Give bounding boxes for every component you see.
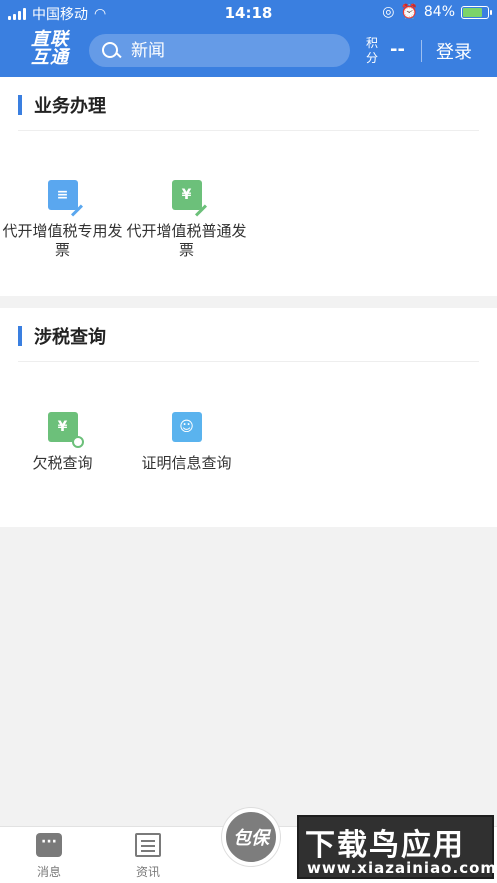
tax-arrears-query-icon: ¥ [47,412,84,448]
points-label: 积分 [366,36,379,65]
watermark-logo: 下载鸟应用 www.xiazainiao.com [297,815,496,879]
tab-messages[interactable]: 消息 [19,833,79,880]
app-header: 中国移动 ◠ 14:18 ◎ ⏰ 84% 直联 互通 积分 -- 登录 [0,0,497,77]
points-value: -- [390,39,405,60]
tile-special-invoice[interactable]: ≡ 代开增值税专用发票 [0,180,125,260]
search-bar[interactable] [89,34,350,67]
tile-certificate-query[interactable]: ☺ 证明信息查询 [124,412,249,473]
battery-icon [461,5,492,19]
tile-label: 代开增值税普通发票 [126,222,247,259]
tile-general-invoice[interactable]: ¥ 代开增值税普通发票 [124,180,249,260]
section-title: 涉税查询 [18,325,106,348]
invoice-general-icon: ¥ [171,180,207,217]
section-divider [18,361,479,362]
search-input[interactable] [131,40,331,61]
section-divider [18,130,479,131]
orientation-lock-icon: ◎ [382,4,395,20]
section-accent-bar [18,326,22,346]
section-accent-bar [18,95,22,115]
tile-tax-arrears-query[interactable]: ¥ 欠税查询 [0,412,125,473]
tab-center-baobao[interactable]: 包保 [222,808,280,866]
news-icon [135,833,161,857]
tile-label: 欠税查询 [32,454,93,472]
tile-label: 代开增值税专用发票 [2,222,123,259]
tile-label: 证明信息查询 [141,454,232,472]
battery-fill [463,7,483,17]
invoice-special-icon: ≡ [47,180,83,217]
search-icon [101,41,121,61]
section-title: 业务办理 [18,94,106,117]
business-section: 业务办理 ≡ 代开增值税专用发票 ¥ 代开增值税普通发票 [0,77,497,296]
app-bar: 直联 互通 积分 -- 登录 [0,26,497,77]
tab-news[interactable]: 资讯 [118,833,178,880]
header-divider [421,40,422,62]
app-logo: 直联 互通 [31,29,69,68]
tax-query-section: 涉税查询 ¥ 欠税查询 ☺ 证明信息查询 [0,308,497,527]
login-button[interactable]: 登录 [436,38,472,64]
alarm-icon: ⏰ [400,4,418,20]
certificate-query-icon: ☺ [171,412,202,442]
battery-percent: 84% [423,4,455,20]
message-icon [36,833,62,857]
status-bar: 中国移动 ◠ 14:18 ◎ ⏰ 84% [0,0,497,26]
